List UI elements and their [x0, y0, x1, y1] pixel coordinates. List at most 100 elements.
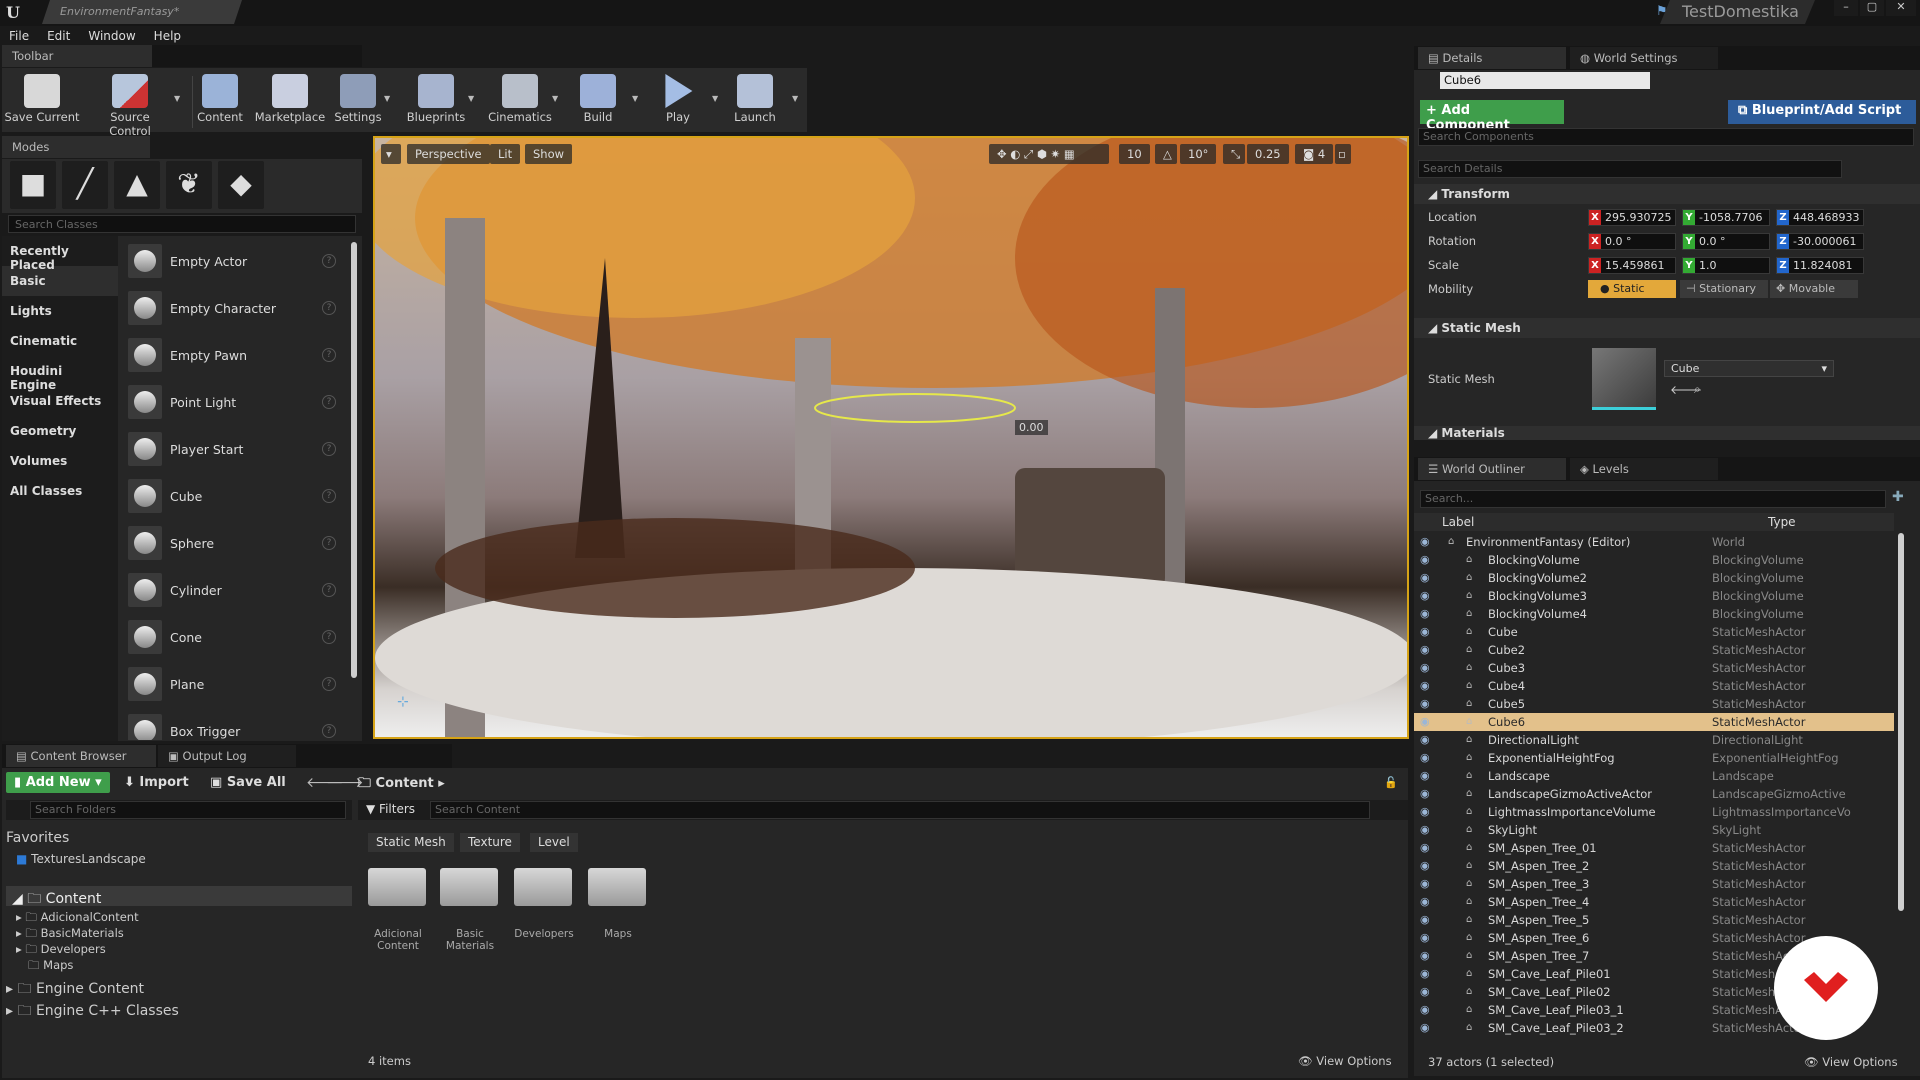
outliner-row[interactable]: ◉ ⌂ LightmassImportanceVolume LightmassImpo… [1414, 803, 1894, 821]
placeable-item[interactable]: Plane? [126, 663, 350, 707]
perspective-button[interactable]: Perspective [407, 144, 490, 164]
mobility-movable-button[interactable]: ✥ Movable [1770, 280, 1858, 298]
visibility-eye-icon[interactable]: ◉ [1420, 967, 1434, 980]
import-button[interactable]: ⬇ Import [124, 775, 189, 790]
transform-section-header[interactable]: ◢ Transform [1414, 184, 1920, 204]
tab-toolbar[interactable]: Toolbar [2, 45, 152, 67]
visibility-eye-icon[interactable]: ◉ [1420, 589, 1434, 602]
placeable-item[interactable]: Point Light? [126, 381, 350, 425]
placeable-item[interactable]: Cube? [126, 475, 350, 519]
visibility-eye-icon[interactable]: ◉ [1420, 913, 1434, 926]
filters-button[interactable]: ▼ Filters [366, 802, 415, 816]
help-icon[interactable]: ? [322, 724, 336, 738]
maximize-button[interactable]: ▢ [1860, 0, 1884, 16]
visibility-eye-icon[interactable]: ◉ [1420, 859, 1434, 872]
outliner-row[interactable]: ◉ ⌂ SM_Aspen_Tree_2 StaticMeshActor [1414, 857, 1894, 875]
search-folders-input[interactable]: Search Folders [30, 801, 346, 819]
visibility-eye-icon[interactable]: ◉ [1420, 571, 1434, 584]
help-icon[interactable]: ? [322, 677, 336, 691]
placeable-item[interactable]: Box Trigger? [126, 710, 350, 740]
place-mode-button[interactable]: ■ [10, 161, 56, 209]
mobility-stationary-button[interactable]: ⊣ Stationary [1680, 280, 1768, 298]
menu-edit[interactable]: Edit [38, 26, 79, 46]
help-icon[interactable]: ? [322, 254, 336, 268]
settings-dropdown-icon[interactable]: ▼ [384, 94, 392, 103]
modes-scrollbar[interactable] [351, 242, 357, 678]
search-details-input[interactable]: Search Details [1418, 160, 1842, 178]
visibility-eye-icon[interactable]: ◉ [1420, 607, 1434, 620]
camera-speed-value[interactable]: ◙ 4 [1295, 144, 1334, 164]
location-y-field[interactable]: Y -1058.7706 [1682, 209, 1770, 226]
tree-engine-content[interactable]: ▸ 🗀 Engine Content [6, 978, 144, 1002]
scale-snap-value[interactable]: 0.25 [1247, 144, 1289, 164]
viewport-options-button[interactable]: ▾ [381, 144, 401, 164]
tab-levels[interactable]: ◈ Levels [1570, 458, 1718, 480]
help-icon[interactable]: ? [322, 395, 336, 409]
outliner-row[interactable]: ◉ ⌂ Cube3 StaticMeshActor [1414, 659, 1894, 677]
outliner-row[interactable]: ◉ ⌂ SM_Aspen_Tree_5 StaticMeshActor [1414, 911, 1894, 929]
folder-tile[interactable]: Adicional Content [368, 868, 428, 952]
visibility-eye-icon[interactable]: ◉ [1420, 823, 1434, 836]
filter-chip-level[interactable]: Level [530, 833, 578, 852]
static-mesh-section-header[interactable]: ◢ Static Mesh [1414, 318, 1920, 338]
visibility-eye-icon[interactable]: ◉ [1420, 931, 1434, 944]
outliner-row[interactable]: ◉ ⌂ SM_Aspen_Tree_01 StaticMeshActor [1414, 839, 1894, 857]
help-icon[interactable]: ? [322, 301, 336, 315]
breadcrumb[interactable]: 🗀 Content ▸ [358, 774, 445, 796]
placeable-item[interactable]: Cone? [126, 616, 350, 660]
visibility-eye-icon[interactable]: ◉ [1420, 535, 1434, 548]
outliner-row[interactable]: ◉ ⌂ Cube4 StaticMeshActor [1414, 677, 1894, 695]
visibility-eye-icon[interactable]: ◉ [1420, 769, 1434, 782]
geometry-mode-button[interactable]: ◆ [218, 161, 264, 209]
visibility-eye-icon[interactable]: ◉ [1420, 661, 1434, 674]
browse-search-icon[interactable]: ⌕ [1694, 382, 1701, 397]
visibility-eye-icon[interactable]: ◉ [1420, 697, 1434, 710]
foliage-mode-button[interactable]: ❦ [166, 161, 212, 209]
tab-content-browser[interactable]: ▤ Content Browser [6, 745, 156, 767]
tab-output-log[interactable]: ▣ Output Log [158, 745, 296, 767]
favorite-textures-landscape[interactable]: ■ TexturesLandscape [16, 852, 146, 866]
mobility-static-button[interactable]: ● Static [1588, 280, 1676, 298]
visibility-eye-icon[interactable]: ◉ [1420, 553, 1434, 566]
search-content-input[interactable]: Search Content [430, 801, 1370, 819]
maximize-viewport-button[interactable]: ▫ [1335, 144, 1351, 164]
outliner-search-input[interactable]: Search... [1420, 490, 1886, 508]
object-name-field[interactable]: Cube6 [1440, 72, 1650, 89]
static-mesh-dropdown[interactable]: Cube ▾ [1664, 360, 1834, 377]
launch-dropdown-icon[interactable]: ▼ [792, 94, 800, 103]
scale-y-field[interactable]: Y 1.0 [1682, 257, 1770, 274]
outliner-view-options-button[interactable]: 👁 View Options [1804, 1055, 1898, 1069]
grid-snap-value[interactable]: 10 [1119, 144, 1150, 164]
help-icon[interactable]: ? [322, 630, 336, 644]
build-button[interactable]: Build [558, 70, 638, 130]
tree-item[interactable]: 🗀 Maps [28, 958, 73, 977]
visibility-eye-icon[interactable]: ◉ [1420, 643, 1434, 656]
outliner-row[interactable]: ◉ ⌂ Cube5 StaticMeshActor [1414, 695, 1894, 713]
placeable-item[interactable]: Cylinder? [126, 569, 350, 613]
visibility-eye-icon[interactable]: ◉ [1420, 679, 1434, 692]
scale-z-field[interactable]: Z 11.824081 [1776, 257, 1864, 274]
rotation-y-field[interactable]: Y 0.0 ° [1682, 233, 1770, 250]
outliner-row[interactable]: ◉ ⌂ BlockingVolume4 BlockingVolume [1414, 605, 1894, 623]
visibility-eye-icon[interactable]: ◉ [1420, 787, 1434, 800]
outliner-row[interactable]: ◉ ⌂ BlockingVolume3 BlockingVolume [1414, 587, 1894, 605]
materials-section-header[interactable]: ◢ Materials [1414, 426, 1920, 440]
add-actor-icon[interactable]: ✚ [1892, 489, 1904, 505]
save-current-button[interactable]: Save Current [2, 70, 82, 130]
tab-world-settings[interactable]: ◍ World Settings [1570, 47, 1718, 69]
rotation-z-field[interactable]: Z -30.000061 [1776, 233, 1864, 250]
help-icon[interactable]: ? [322, 583, 336, 597]
outliner-row[interactable]: ◉ ⌂ BlockingVolume BlockingVolume [1414, 551, 1894, 569]
content-button[interactable]: Content [180, 70, 260, 130]
tree-content-root[interactable]: ◢ 🗀 Content [6, 886, 352, 907]
tree-engine-cpp-classes[interactable]: ▸ 🗀 Engine C++ Classes [6, 1000, 179, 1024]
lit-button[interactable]: Lit [490, 144, 521, 164]
help-icon[interactable]: ? [322, 442, 336, 456]
tab-modes[interactable]: Modes [2, 136, 150, 158]
visibility-eye-icon[interactable]: ◉ [1420, 1021, 1434, 1034]
menu-file[interactable]: File [0, 26, 38, 46]
outliner-row[interactable]: ◉ ⌂ Cube StaticMeshActor [1414, 623, 1894, 641]
menu-help[interactable]: Help [145, 26, 190, 46]
document-tab[interactable]: EnvironmentFantasy* [42, 0, 242, 24]
close-button[interactable]: ✕ [1886, 0, 1916, 16]
